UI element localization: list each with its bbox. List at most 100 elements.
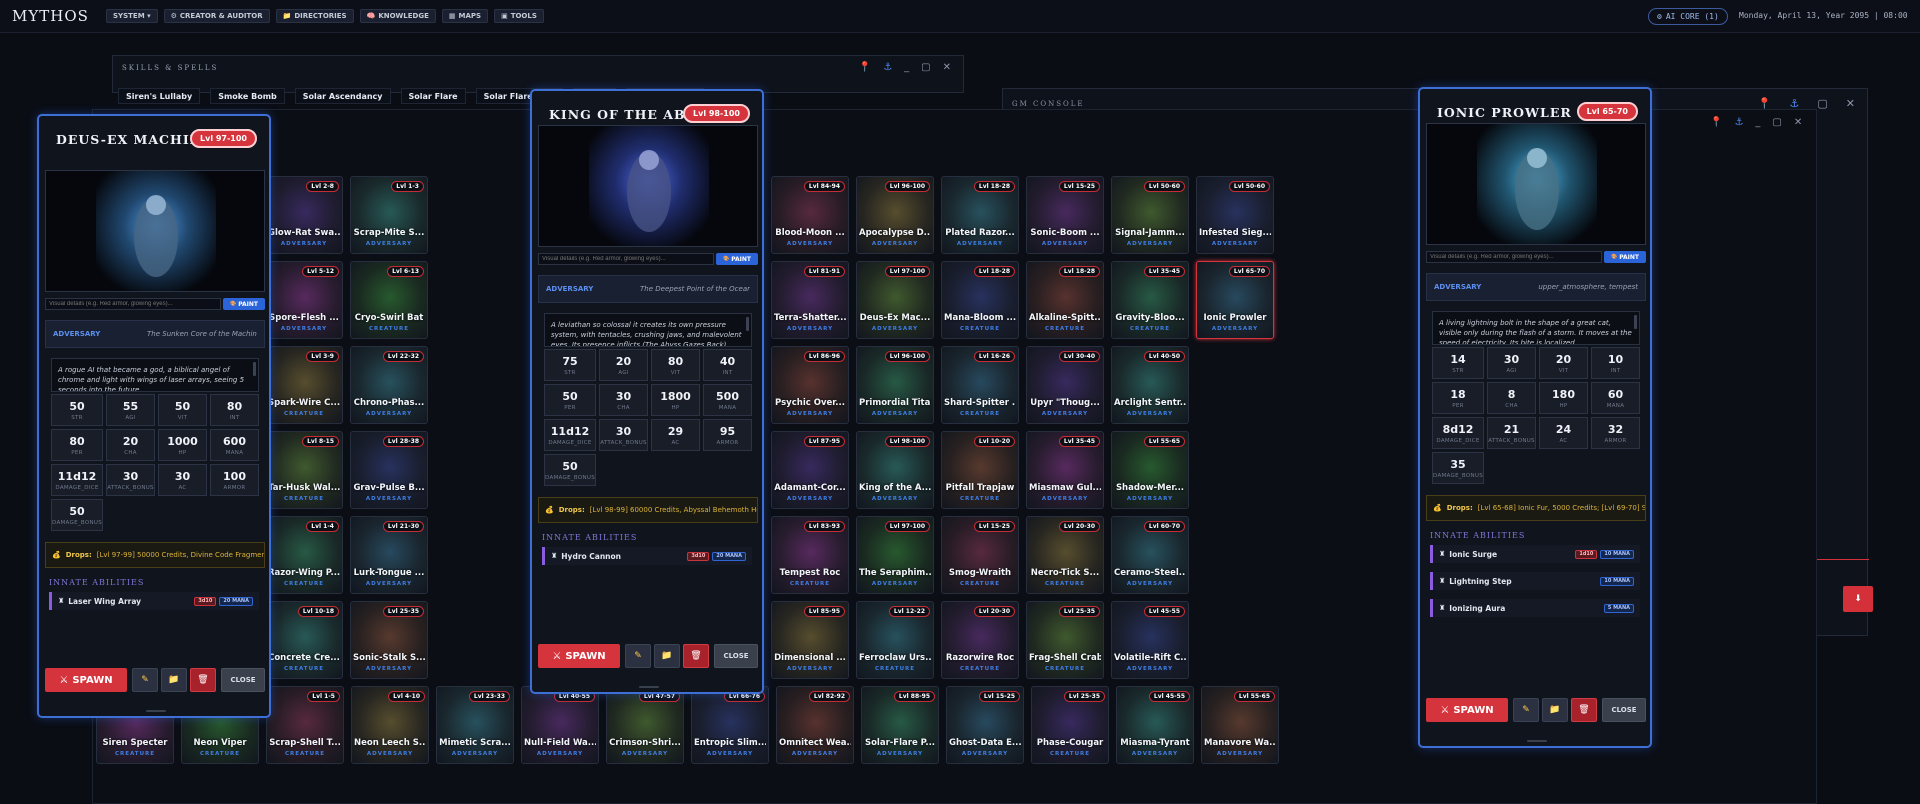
- creature-card[interactable]: Lvl 12-22 Ferroclaw Urs... CREATURE: [856, 601, 934, 679]
- creature-card[interactable]: Lvl 97-100 Deus-Ex Mac... ADVERSARY: [856, 261, 934, 339]
- creature-card[interactable]: Lvl 98-100 King of the A... ADVERSARY: [856, 431, 934, 509]
- ai-core-button[interactable]: ⚙ AI CORE (1): [1648, 8, 1728, 25]
- creature-card[interactable]: Lvl 45-55 Miasma-Tyrant ADVERSARY: [1116, 686, 1194, 764]
- maximize-icon[interactable]: ▢: [921, 62, 930, 73]
- pencil-icon[interactable]: ✎: [1513, 698, 1539, 722]
- minimize-icon[interactable]: _: [1755, 117, 1760, 128]
- creature-card[interactable]: Lvl 47-57 Crimson-Shri... ADVERSARY: [606, 686, 684, 764]
- creature-card[interactable]: Lvl 18-28 Plated Razor... ADVERSARY: [941, 176, 1019, 254]
- spell-tab[interactable]: Solar Flare: [400, 88, 466, 104]
- ability-row[interactable]: ♜ Laser Wing Array 3d10 20 MANA: [49, 592, 259, 610]
- trash-icon[interactable]: 🗑: [683, 644, 709, 668]
- creature-card[interactable]: Lvl 10-18 Concrete Cre... CREATURE: [265, 601, 343, 679]
- creature-card[interactable]: Lvl 25-35 Sonic-Stalk S... ADVERSARY: [350, 601, 428, 679]
- maximize-icon[interactable]: ▢: [1817, 97, 1827, 110]
- creature-card[interactable]: Lvl 88-95 Solar-Flare P... ADVERSARY: [861, 686, 939, 764]
- creature-card[interactable]: Lvl 1-5 Scrap-Shell T... CREATURE: [266, 686, 344, 764]
- creature-card[interactable]: Lvl 5-12 Spore-Flesh ... ADVERSARY: [265, 261, 343, 339]
- creature-card[interactable]: Lvl 28-38 Grav-Pulse B... ADVERSARY: [350, 431, 428, 509]
- creature-card[interactable]: Lvl 1-4 Razor-Wing P... CREATURE: [265, 516, 343, 594]
- spawn-button[interactable]: ⚔ SPAWN: [45, 668, 127, 692]
- close-icon[interactable]: ✕: [1794, 117, 1802, 128]
- pencil-icon[interactable]: ✎: [132, 668, 158, 692]
- paint-button[interactable]: 🎨 PAINT: [223, 298, 265, 310]
- folder-icon[interactable]: 📁: [1542, 698, 1568, 722]
- creature-card[interactable]: Lvl 15-25 Smog-Wraith CREATURE: [941, 516, 1019, 594]
- creature-card[interactable]: Lvl 81-91 Terra-Shatter... ADVERSARY: [771, 261, 849, 339]
- scrollbar[interactable]: [746, 317, 749, 331]
- creature-card[interactable]: Lvl 18-28 Alkaline-Spitt... CREATURE: [1026, 261, 1104, 339]
- creature-card[interactable]: Lvl 35-45 Miasmaw Gul... ADVERSARY: [1026, 431, 1104, 509]
- nav-creator-auditor-button[interactable]: ⚙ CREATOR & AUDITOR: [163, 9, 270, 23]
- close-button[interactable]: CLOSE: [714, 644, 758, 668]
- ability-row[interactable]: ♜ Ionic Surge 1d10 10 MANA: [1430, 545, 1640, 563]
- paint-button[interactable]: 🎨 PAINT: [716, 253, 758, 265]
- ability-row[interactable]: ♜ Hydro Cannon 3d10 20 MANA: [542, 547, 752, 565]
- creature-card[interactable]: Lvl 65-70 Ionic Prowler ADVERSARY: [1196, 261, 1274, 339]
- nav-knowledge-button[interactable]: 🧠 KNOWLEDGE: [359, 9, 436, 23]
- creature-card[interactable]: Lvl 50-60 Signal-Jamm... ADVERSARY: [1111, 176, 1189, 254]
- creature-card[interactable]: Lvl 96-100 Apocalypse D... ADVERSARY: [856, 176, 934, 254]
- creature-card[interactable]: Lvl 60-70 Ceramo-Steel... ADVERSARY: [1111, 516, 1189, 594]
- creature-card[interactable]: Lvl 82-92 Omnitect Wea... ADVERSARY: [776, 686, 854, 764]
- close-icon[interactable]: ✕: [943, 62, 951, 73]
- pin-icon[interactable]: 📍: [859, 62, 871, 73]
- scrollbar[interactable]: [253, 362, 256, 376]
- spawn-button[interactable]: ⚔ SPAWN: [538, 644, 620, 668]
- creature-card[interactable]: Lvl 20-30 Necro-Tick S... CREATURE: [1026, 516, 1104, 594]
- creature-card[interactable]: Lvl 20-30 Razorwire Roc CREATURE: [941, 601, 1019, 679]
- creature-card[interactable]: Lvl 50-60 Infested Sieg... ADVERSARY: [1196, 176, 1274, 254]
- creature-card[interactable]: Lvl 15-25 Sonic-Boom ... ADVERSARY: [1026, 176, 1104, 254]
- creature-card[interactable]: Lvl 21-30 Lurk-Tongue ... ADVERSARY: [350, 516, 428, 594]
- minimize-icon[interactable]: _: [904, 62, 909, 73]
- creature-card[interactable]: Lvl 8-15 Tar-Husk Wal... CREATURE: [265, 431, 343, 509]
- pin-icon[interactable]: 📍: [1710, 117, 1722, 128]
- creature-card[interactable]: Lvl 30-40 Upyr "Thoug... ADVERSARY: [1026, 346, 1104, 424]
- close-button[interactable]: CLOSE: [1602, 698, 1646, 722]
- creature-card[interactable]: Lvl 45-55 Volatile-Rift C... ADVERSARY: [1111, 601, 1189, 679]
- action-button[interactable]: ⬇: [1843, 586, 1873, 612]
- nav-system-button[interactable]: SYSTEM ▾: [106, 9, 158, 23]
- resize-grip[interactable]: [639, 686, 659, 688]
- nav-directories-button[interactable]: 📁 DIRECTORIES: [275, 9, 354, 23]
- creature-card[interactable]: Lvl 23-33 Mimetic Scra... ADVERSARY: [436, 686, 514, 764]
- visual-details-input[interactable]: [1426, 251, 1602, 263]
- trash-icon[interactable]: 🗑: [190, 668, 216, 692]
- creature-card[interactable]: Lvl 2-8 Glow-Rat Swa... ADVERSARY: [265, 176, 343, 254]
- creature-card[interactable]: Lvl 86-96 Psychic Over... ADVERSARY: [771, 346, 849, 424]
- folder-icon[interactable]: 📁: [654, 644, 680, 668]
- nav-tools-button[interactable]: ▣ TOOLS: [494, 9, 544, 23]
- spell-tab[interactable]: Smoke Bomb: [210, 88, 285, 104]
- nav-maps-button[interactable]: ▦ MAPS: [441, 9, 489, 23]
- trash-icon[interactable]: 🗑: [1571, 698, 1597, 722]
- close-button[interactable]: CLOSE: [221, 668, 265, 692]
- spell-tab[interactable]: Solar Ascendancy: [294, 88, 391, 104]
- creature-card[interactable]: Lvl 25-35 Phase-Cougar CREATURE: [1031, 686, 1109, 764]
- creature-card[interactable]: Lvl 1-3 Scrap-Mite S... ADVERSARY: [350, 176, 428, 254]
- creature-card[interactable]: Lvl 97-100 The Seraphim... ADVERSARY: [856, 516, 934, 594]
- creature-card[interactable]: Lvl 87-95 Adamant-Cor... ADVERSARY: [771, 431, 849, 509]
- visual-details-input[interactable]: [538, 253, 714, 265]
- creature-card[interactable]: Lvl 35-45 Gravity-Bloo... CREATURE: [1111, 261, 1189, 339]
- creature-card[interactable]: Lvl 55-65 Manavore Wa... ADVERSARY: [1201, 686, 1279, 764]
- resize-grip[interactable]: [146, 710, 166, 712]
- creature-card[interactable]: Lvl 85-95 Dimensional ... ADVERSARY: [771, 601, 849, 679]
- folder-icon[interactable]: 📁: [161, 668, 187, 692]
- creature-card[interactable]: Lvl 40-50 Arclight Sentr... ADVERSARY: [1111, 346, 1189, 424]
- creature-card[interactable]: Lvl 16-26 Shard-Spitter ... CREATURE: [941, 346, 1019, 424]
- spawn-button[interactable]: ⚔ SPAWN: [1426, 698, 1508, 722]
- maximize-icon[interactable]: ▢: [1772, 117, 1781, 128]
- pencil-icon[interactable]: ✎: [625, 644, 651, 668]
- creature-card[interactable]: Lvl 15-25 Ghost-Data E... ADVERSARY: [946, 686, 1024, 764]
- creature-card[interactable]: Lvl 10-20 Pitfall Trapjaw CREATURE: [941, 431, 1019, 509]
- anchor-icon[interactable]: ⚓: [883, 62, 892, 73]
- creature-card[interactable]: Lvl 84-94 Blood-Moon ... ADVERSARY: [771, 176, 849, 254]
- ability-row[interactable]: ♜ Lightning Step 10 MANA: [1430, 572, 1640, 590]
- creature-card[interactable]: Lvl 40-55 Null-Field Wa... ADVERSARY: [521, 686, 599, 764]
- creature-card[interactable]: Lvl 25-35 Frag-Shell Crab CREATURE: [1026, 601, 1104, 679]
- close-icon[interactable]: ✕: [1846, 97, 1855, 110]
- creature-card[interactable]: Lvl 6-13 Cryo-Swirl Bat CREATURE: [350, 261, 428, 339]
- creature-card[interactable]: Lvl 4-10 Neon Leech S... ADVERSARY: [351, 686, 429, 764]
- creature-card[interactable]: Lvl 66-76 Entropic Slim... ADVERSARY: [691, 686, 769, 764]
- creature-card[interactable]: Lvl 18-28 Mana-Bloom ... CREATURE: [941, 261, 1019, 339]
